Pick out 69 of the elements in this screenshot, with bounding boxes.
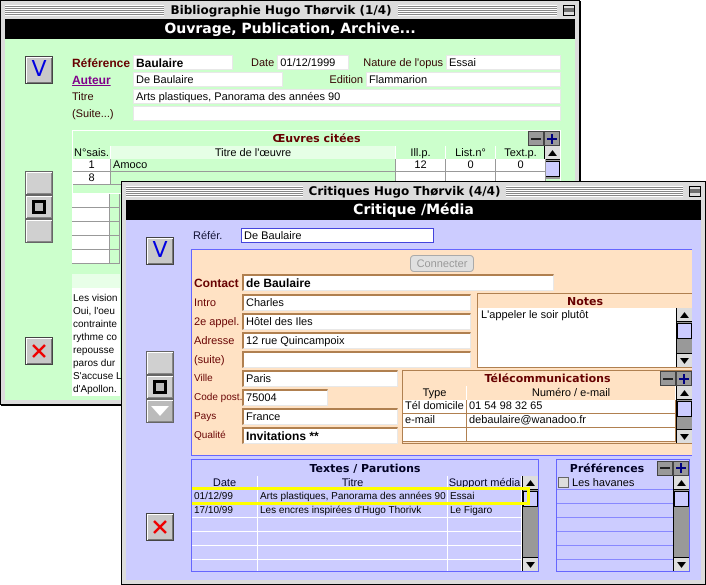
column-header: Titre de l'œuvre [111, 146, 396, 159]
author-field[interactable]: De Baulaire [133, 72, 283, 87]
nature-field[interactable]: Essai [446, 55, 561, 70]
table-cell: 17/10/99 [192, 504, 258, 518]
table-cell: Les encres inspirées d'Hugo Thorivk [258, 504, 448, 518]
notes-line: paros dur [73, 357, 116, 370]
field-label: Pays [194, 411, 218, 422]
table-cell: Amoco [111, 159, 396, 172]
field-label: Contact [194, 276, 240, 290]
window-title: Critiques Hugo Thørvik (4/4) [308, 184, 500, 198]
date-field[interactable]: 01/12/1999 [277, 55, 350, 70]
contact-field[interactable]: de Baulaire [242, 274, 554, 291]
field-label: Référ. [193, 230, 224, 242]
field-label: Titre [72, 90, 95, 102]
table-title: Textes / Parutions [308, 462, 422, 474]
window-title: Bibliographie Hugo Thørvik (1/4) [170, 3, 392, 17]
notes-line: d'Apollon. [73, 383, 118, 396]
validate-button[interactable]: V [146, 237, 174, 265]
panel-title: Notes [566, 294, 604, 308]
field-label: Ville [194, 373, 214, 384]
address-field[interactable]: 12 rue Quincampoix [242, 332, 471, 349]
table-title: Œuvres citées [271, 132, 362, 145]
table-cell: 01 54 98 32 65 [467, 400, 676, 414]
title-field[interactable]: Arts plastiques, Panorama des années 90 [133, 89, 561, 104]
table-cell: Tél domicile [403, 400, 467, 414]
field-label: Intro [194, 296, 218, 308]
form-header: Critique /Média [126, 200, 701, 220]
field-label: (suite) [194, 354, 226, 366]
field-label: 2e appel. [194, 316, 240, 328]
notes-line: contrainte [73, 318, 118, 331]
table-title: Télécommunications [483, 372, 612, 385]
field-label: Code post. [194, 392, 242, 403]
validate-button[interactable]: V [25, 56, 53, 84]
table-cell: 12 [396, 159, 446, 172]
field-label: Qualité [194, 430, 227, 441]
field-label: Nature de l'opus [363, 56, 444, 68]
notes-line: Les vision [73, 292, 118, 305]
table-cell: debaulaire@wanadoo.fr [467, 414, 676, 428]
reference-field[interactable]: Baulaire [133, 55, 233, 70]
field-label: Date [251, 56, 274, 68]
edition-field[interactable]: Flammarion [366, 72, 561, 87]
table-title: Préférences [568, 462, 646, 474]
form-header: Ouvrage, Publication, Archive... [5, 19, 575, 39]
table-cell: e-mail [403, 414, 467, 428]
field-label: Adresse [194, 334, 236, 346]
location-field[interactable]: 75004 [242, 389, 328, 406]
field-label: Référence [72, 56, 132, 70]
notes-area[interactable]: Les vision Oui, l'oeu contrainte rythme co repousse paros dur S'accuse L d'Apollon. [72, 274, 120, 396]
table-cell: 1 [73, 159, 111, 172]
notes-field[interactable]: L'appeler le soir plutôt [478, 308, 676, 367]
table-cell: 8 [73, 172, 111, 185]
notes-line: rythme co [73, 331, 118, 344]
column-header: N°sais. [73, 146, 111, 159]
notes-line: repousse [73, 344, 116, 357]
table-cell: 0 [446, 159, 496, 172]
preference-label: Les havanes [572, 476, 634, 488]
table-cell: Le Figaro [448, 504, 522, 518]
reference-field[interactable]: De Baulaire [241, 228, 434, 243]
location-field[interactable]: Paris [242, 370, 398, 387]
address-field[interactable]: Hôtel des Iles [242, 313, 471, 330]
author-link[interactable]: Auteur [72, 72, 133, 86]
location-field[interactable]: Invitations ** [242, 427, 398, 444]
notes-line: S'accuse L [73, 370, 120, 383]
notes-line: Oui, l'oeu [73, 305, 116, 318]
field-label: (Suite...) [72, 108, 115, 120]
address-field[interactable]: Charles [242, 294, 471, 311]
table-cell: 0 [496, 159, 546, 172]
location-field[interactable]: France [242, 408, 398, 425]
field-label: Edition [329, 74, 363, 86]
